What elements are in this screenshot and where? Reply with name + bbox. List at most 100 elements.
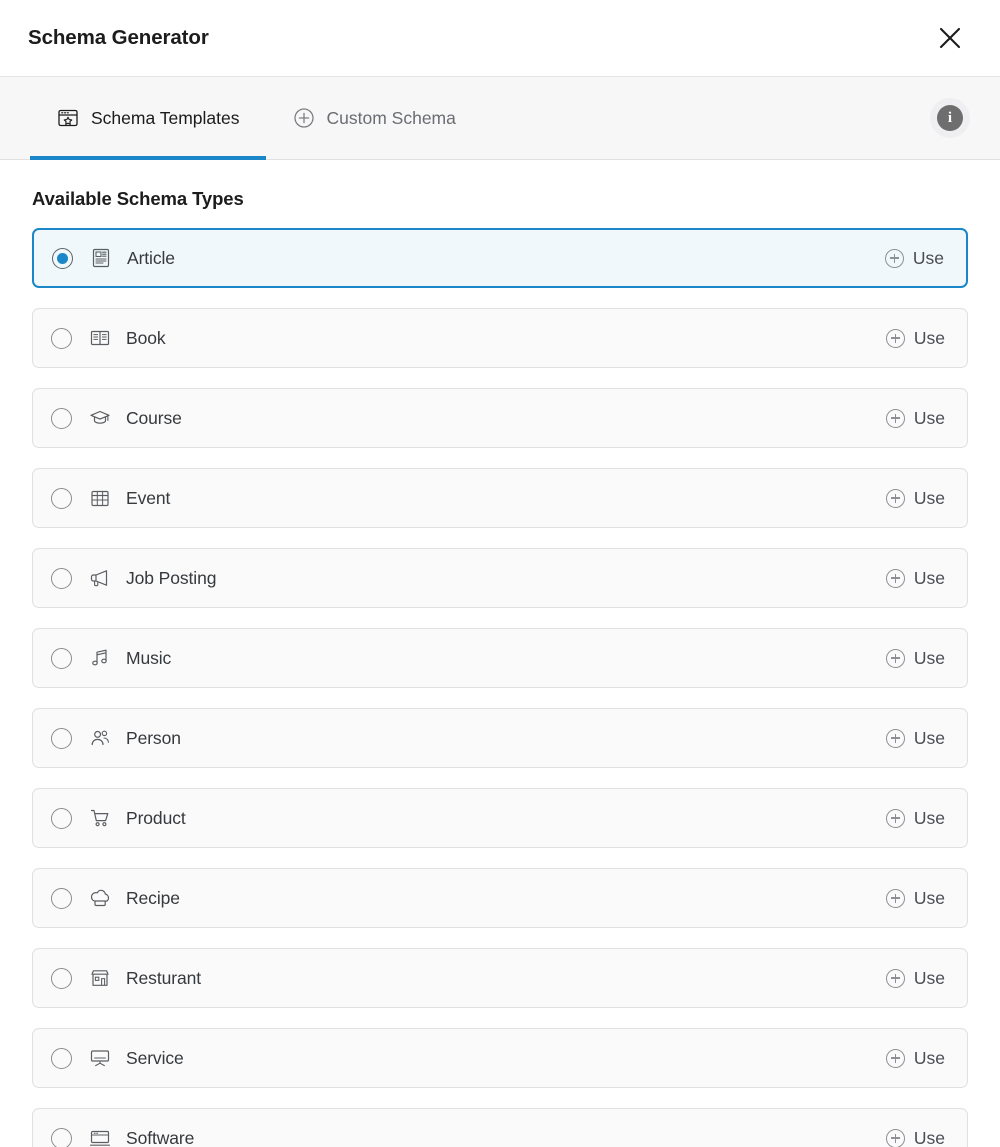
plus-circle-icon	[885, 728, 905, 748]
use-button-course[interactable]: Use	[880, 404, 951, 433]
modal-header: Schema Generator	[0, 0, 1000, 77]
plus-circle-icon	[885, 328, 905, 348]
use-button-service[interactable]: Use	[880, 1044, 951, 1073]
schema-type-label: Person	[126, 727, 181, 748]
tab-bar: Schema Templates Custom Schema i	[0, 77, 1000, 160]
radio-resturant[interactable]	[51, 967, 72, 989]
tab-label: Custom Schema	[326, 107, 456, 128]
radio-software[interactable]	[51, 1127, 72, 1147]
schema-row-event[interactable]: Event Use	[32, 468, 968, 528]
shopping-cart-icon	[88, 806, 112, 830]
section-title: Available Schema Types	[32, 188, 244, 209]
info-icon: i	[937, 105, 963, 131]
schema-type-label: Recipe	[126, 887, 180, 908]
use-button-music[interactable]: Use	[880, 644, 951, 673]
schema-row-job-posting[interactable]: Job Posting Use	[32, 548, 968, 608]
schema-type-label: Product	[126, 807, 186, 828]
schema-row-resturant[interactable]: Resturant Use	[32, 948, 968, 1008]
use-label: Use	[913, 647, 945, 668]
use-button-software[interactable]: Use	[880, 1124, 951, 1147]
schema-type-label: Book	[126, 327, 166, 348]
plus-circle-icon	[885, 568, 905, 588]
schema-type-list: Article Use Book Use Course Use Event Us…	[32, 228, 968, 1147]
schema-type-label: Service	[126, 1047, 184, 1068]
chef-hat-icon	[88, 886, 112, 910]
use-button-resturant[interactable]: Use	[880, 964, 951, 993]
radio-article[interactable]	[52, 247, 73, 269]
use-button-person[interactable]: Use	[880, 724, 951, 753]
use-label: Use	[913, 567, 945, 588]
presentation-icon	[88, 1046, 112, 1070]
use-label: Use	[913, 1127, 945, 1147]
radio-course[interactable]	[51, 407, 72, 429]
schema-row-recipe[interactable]: Recipe Use	[32, 868, 968, 928]
schema-type-label: Software	[126, 1127, 195, 1147]
plus-circle-icon	[885, 1048, 905, 1068]
schema-row-person[interactable]: Person Use	[32, 708, 968, 768]
use-label: Use	[913, 807, 945, 828]
close-icon	[936, 24, 964, 52]
use-label: Use	[913, 1047, 945, 1068]
schema-type-label: Event	[126, 487, 171, 508]
schema-row-article[interactable]: Article Use	[32, 228, 968, 288]
article-icon	[89, 246, 113, 270]
schema-row-service[interactable]: Service Use	[32, 1028, 968, 1088]
use-button-book[interactable]: Use	[880, 324, 951, 353]
use-button-product[interactable]: Use	[880, 804, 951, 833]
page-title: Schema Generator	[28, 26, 209, 49]
tab-schema-templates[interactable]: Schema Templates	[30, 77, 266, 160]
use-button-event[interactable]: Use	[880, 484, 951, 513]
calendar-icon	[88, 486, 112, 510]
plus-circle-icon	[885, 1128, 905, 1147]
plus-circle-icon	[885, 968, 905, 988]
template-window-star-icon	[56, 106, 80, 130]
radio-music[interactable]	[51, 647, 72, 669]
schema-generator-modal: Schema Generator Schema Templates Custom…	[0, 0, 1000, 1147]
tab-custom-schema[interactable]: Custom Schema	[266, 77, 482, 159]
info-button[interactable]: i	[930, 98, 970, 138]
schema-type-label: Job Posting	[126, 567, 217, 588]
radio-person[interactable]	[51, 727, 72, 749]
close-button[interactable]	[930, 18, 970, 58]
radio-recipe[interactable]	[51, 887, 72, 909]
radio-service[interactable]	[51, 1047, 72, 1069]
storefront-icon	[88, 966, 112, 990]
use-label: Use	[912, 247, 944, 268]
use-label: Use	[913, 967, 945, 988]
schema-row-software[interactable]: Software Use	[32, 1108, 968, 1147]
use-label: Use	[913, 327, 945, 348]
schema-type-label: Course	[126, 407, 182, 428]
plus-circle-icon	[885, 408, 905, 428]
graduation-cap-icon	[88, 406, 112, 430]
plus-circle-icon	[885, 888, 905, 908]
radio-product[interactable]	[51, 807, 72, 829]
radio-book[interactable]	[51, 327, 72, 349]
plus-circle-icon	[884, 248, 904, 268]
schema-type-label: Article	[127, 247, 175, 268]
monitor-icon	[88, 1126, 112, 1147]
schema-type-label: Resturant	[126, 967, 201, 988]
use-label: Use	[913, 407, 945, 428]
use-label: Use	[913, 887, 945, 908]
use-button-job-posting[interactable]: Use	[880, 564, 951, 593]
plus-circle-icon	[292, 106, 316, 130]
plus-circle-icon	[885, 488, 905, 508]
use-label: Use	[913, 727, 945, 748]
schema-row-product[interactable]: Product Use	[32, 788, 968, 848]
schema-row-music[interactable]: Music Use	[32, 628, 968, 688]
tab-label: Schema Templates	[91, 107, 240, 128]
schema-row-book[interactable]: Book Use	[32, 308, 968, 368]
use-button-recipe[interactable]: Use	[880, 884, 951, 913]
radio-event[interactable]	[51, 487, 72, 509]
use-button-article[interactable]: Use	[879, 244, 950, 273]
people-icon	[88, 726, 112, 750]
music-note-icon	[88, 646, 112, 670]
book-icon	[88, 326, 112, 350]
plus-circle-icon	[885, 648, 905, 668]
schema-type-label: Music	[126, 647, 172, 668]
plus-circle-icon	[885, 808, 905, 828]
schema-row-course[interactable]: Course Use	[32, 388, 968, 448]
modal-body: Available Schema Types Article Use Book …	[0, 160, 1000, 1147]
radio-job-posting[interactable]	[51, 567, 72, 589]
megaphone-icon	[88, 566, 112, 590]
